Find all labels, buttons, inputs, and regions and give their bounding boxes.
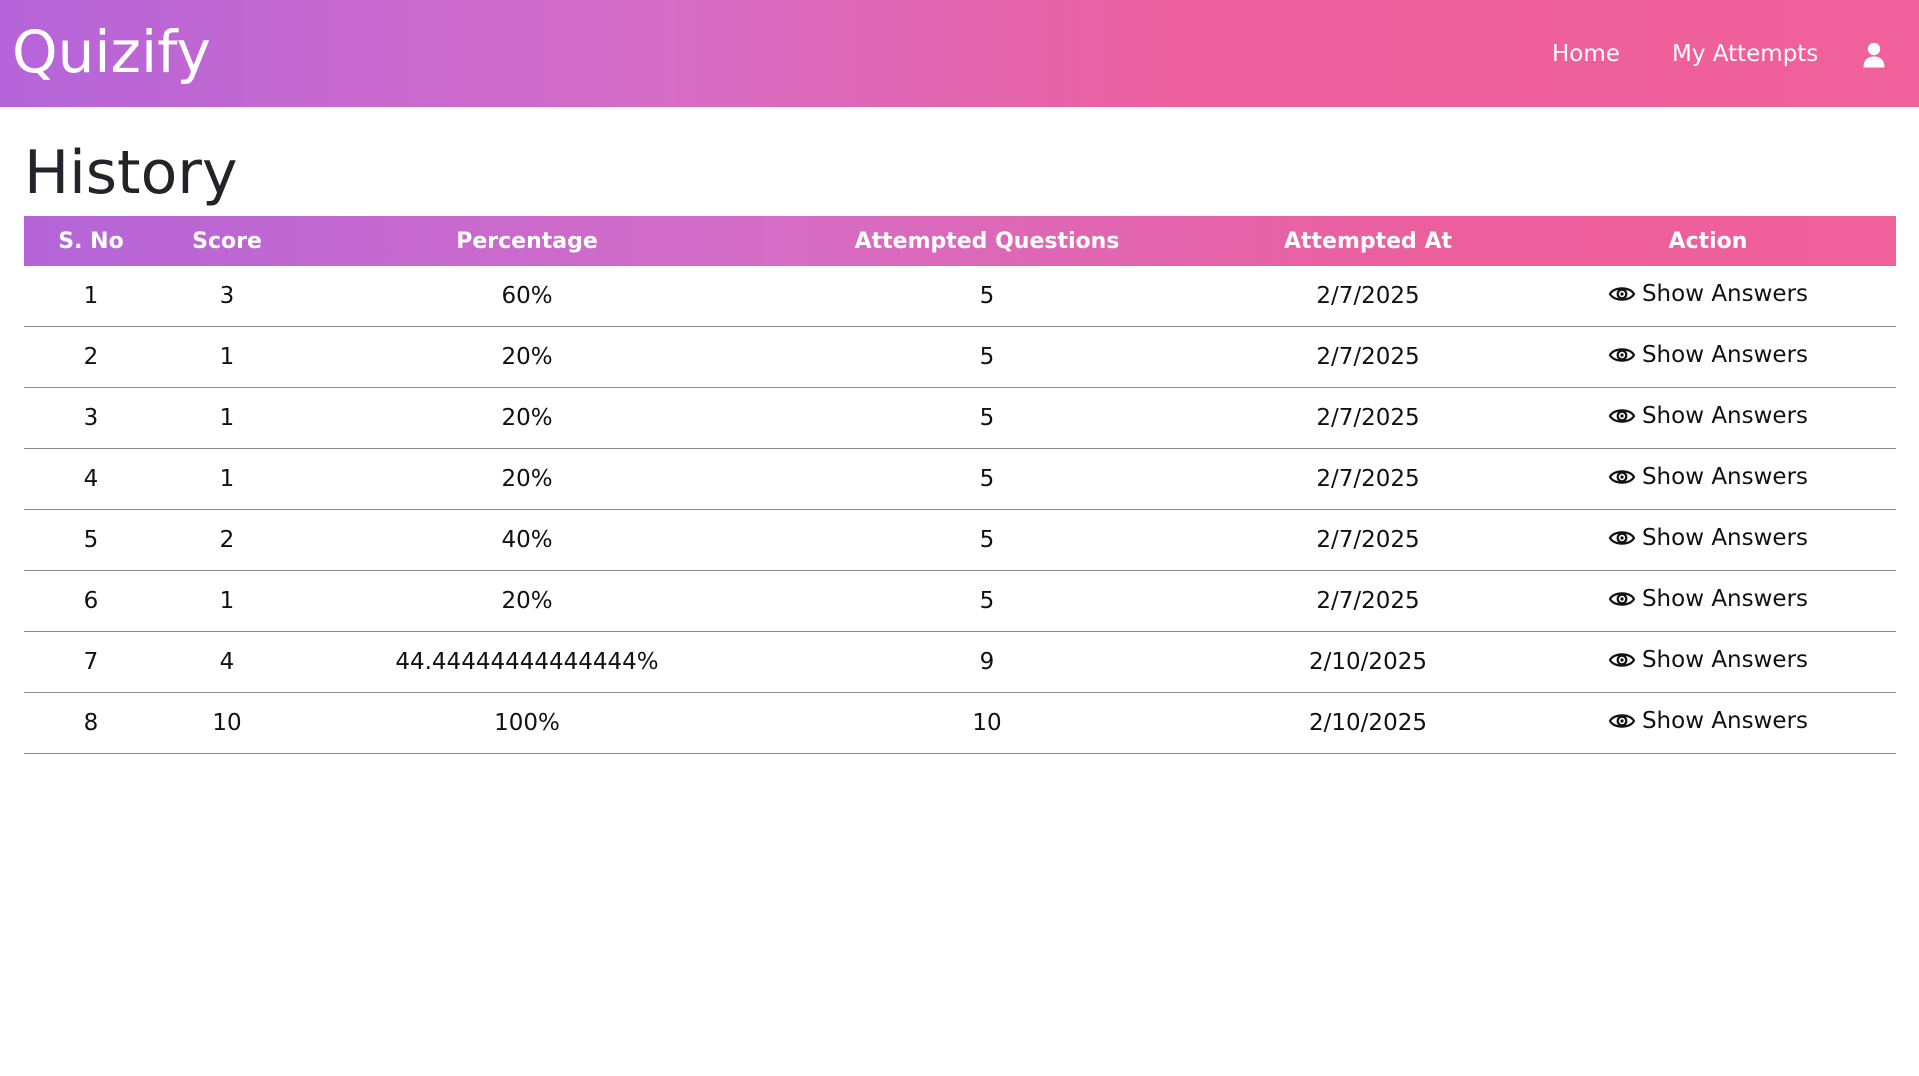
eye-icon (1608, 710, 1636, 732)
table-row: 7 4 44.44444444444444% 9 2/10/2025 Show … (24, 631, 1896, 693)
eye-icon (1608, 466, 1636, 488)
show-answers-button[interactable]: Show Answers (1608, 281, 1808, 307)
cell-attempted-questions: 5 (758, 509, 1216, 571)
eye-icon (1608, 405, 1636, 427)
cell-attempted-at: 2/10/2025 (1216, 692, 1520, 754)
column-header-attempted-questions: Attempted Questions (854, 228, 1120, 254)
cell-attempted-at: 2/7/2025 (1216, 387, 1520, 449)
cell-sno: 1 (24, 266, 158, 327)
cell-attempted-at: 2/7/2025 (1216, 570, 1520, 632)
show-answers-label: Show Answers (1641, 342, 1809, 368)
cell-attempted-at: 2/7/2025 (1216, 509, 1520, 571)
cell-action: Show Answers (1520, 266, 1896, 327)
top-navbar: Quizify Home My Attempts (0, 0, 1919, 107)
cell-score: 2 (158, 509, 296, 571)
cell-action: Show Answers (1520, 509, 1896, 571)
cell-attempted-at: 2/7/2025 (1216, 266, 1520, 327)
cell-attempted-at: 2/10/2025 (1216, 631, 1520, 693)
show-answers-button[interactable]: Show Answers (1608, 586, 1808, 612)
history-table: S. No Score Percentage Attempted Questio… (24, 216, 1896, 754)
nav-link-home[interactable]: Home (1552, 38, 1620, 70)
eye-icon (1608, 527, 1636, 549)
column-header-sno: S. No (58, 228, 124, 254)
cell-sno: 4 (24, 448, 158, 510)
cell-sno: 5 (24, 509, 158, 571)
cell-sno: 7 (24, 631, 158, 693)
cell-action: Show Answers (1520, 387, 1896, 449)
cell-score: 3 (158, 266, 296, 327)
show-answers-label: Show Answers (1641, 708, 1809, 734)
cell-attempted-questions: 5 (758, 570, 1216, 632)
column-header-attempted-at: Attempted At (1283, 228, 1453, 254)
cell-attempted-questions: 5 (758, 266, 1216, 327)
cell-action: Show Answers (1520, 326, 1896, 388)
cell-percentage: 40% (296, 509, 758, 571)
eye-icon (1608, 649, 1636, 671)
table-row: 6 1 20% 5 2/7/2025 Show Answers (24, 570, 1896, 632)
table-row: 2 1 20% 5 2/7/2025 Show Answers (24, 326, 1896, 388)
cell-sno: 2 (24, 326, 158, 388)
cell-attempted-questions: 5 (758, 387, 1216, 449)
cell-score: 1 (158, 448, 296, 510)
show-answers-button[interactable]: Show Answers (1608, 464, 1808, 490)
cell-percentage: 20% (296, 387, 758, 449)
column-header-percentage: Percentage (456, 228, 598, 254)
table-row: 1 3 60% 5 2/7/2025 Show Answers (24, 266, 1896, 327)
cell-score: 4 (158, 631, 296, 693)
show-answers-button[interactable]: Show Answers (1608, 403, 1808, 429)
cell-attempted-at: 2/7/2025 (1216, 326, 1520, 388)
cell-action: Show Answers (1520, 570, 1896, 632)
cell-sno: 6 (24, 570, 158, 632)
cell-sno: 3 (24, 387, 158, 449)
table-header: S. No Score Percentage Attempted Questio… (24, 216, 1896, 266)
cell-percentage: 20% (296, 448, 758, 510)
table-row: 5 2 40% 5 2/7/2025 Show Answers (24, 509, 1896, 571)
show-answers-label: Show Answers (1641, 525, 1809, 551)
cell-percentage: 100% (296, 692, 758, 754)
cell-percentage: 60% (296, 266, 758, 327)
cell-action: Show Answers (1520, 692, 1896, 754)
user-icon[interactable] (1863, 42, 1885, 68)
cell-percentage: 20% (296, 570, 758, 632)
eye-icon (1608, 344, 1636, 366)
nav-link-my-attempts[interactable]: My Attempts (1672, 38, 1818, 70)
show-answers-label: Show Answers (1641, 403, 1809, 429)
cell-action: Show Answers (1520, 448, 1896, 510)
cell-attempted-questions: 10 (758, 692, 1216, 754)
cell-percentage: 44.44444444444444% (296, 631, 758, 693)
table-row: 4 1 20% 5 2/7/2025 Show Answers (24, 448, 1896, 510)
show-answers-button[interactable]: Show Answers (1608, 342, 1808, 368)
table-body: 1 3 60% 5 2/7/2025 Show Answers 2 1 20% … (24, 266, 1896, 754)
table-row: 3 1 20% 5 2/7/2025 Show Answers (24, 387, 1896, 449)
cell-score: 10 (158, 692, 296, 754)
cell-attempted-questions: 5 (758, 326, 1216, 388)
show-answers-label: Show Answers (1641, 281, 1809, 307)
table-row: 8 10 100% 10 2/10/2025 Show Answers (24, 692, 1896, 754)
cell-score: 1 (158, 387, 296, 449)
cell-score: 1 (158, 326, 296, 388)
cell-attempted-at: 2/7/2025 (1216, 448, 1520, 510)
cell-score: 1 (158, 570, 296, 632)
cell-attempted-questions: 9 (758, 631, 1216, 693)
show-answers-button[interactable]: Show Answers (1608, 708, 1808, 734)
show-answers-label: Show Answers (1641, 647, 1809, 673)
eye-icon (1608, 588, 1636, 610)
cell-attempted-questions: 5 (758, 448, 1216, 510)
cell-sno: 8 (24, 692, 158, 754)
cell-action: Show Answers (1520, 631, 1896, 693)
cell-percentage: 20% (296, 326, 758, 388)
show-answers-button[interactable]: Show Answers (1608, 525, 1808, 551)
show-answers-button[interactable]: Show Answers (1608, 647, 1808, 673)
eye-icon (1608, 283, 1636, 305)
show-answers-label: Show Answers (1641, 586, 1809, 612)
column-header-score: Score (192, 228, 262, 254)
column-header-action: Action (1668, 228, 1748, 254)
brand-logo[interactable]: Quizify (12, 17, 211, 87)
page-title: History (24, 138, 238, 208)
show-answers-label: Show Answers (1641, 464, 1809, 490)
